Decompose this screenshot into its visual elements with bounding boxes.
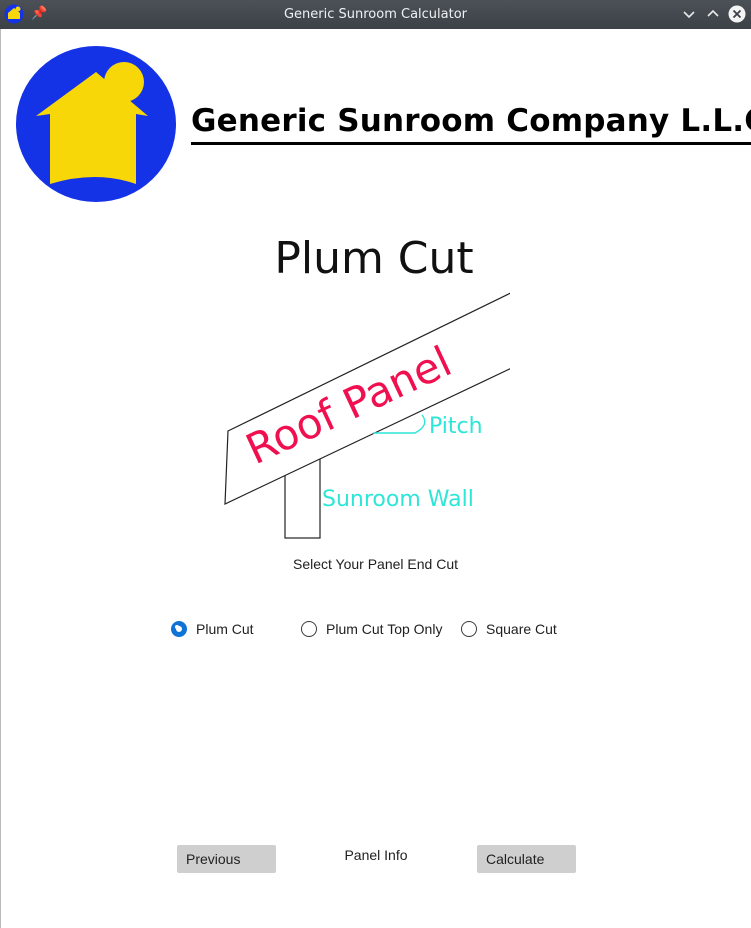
radio-indicator[interactable] — [301, 621, 317, 637]
radio-indicator-checked[interactable] — [171, 621, 187, 637]
maximize-icon[interactable] — [704, 5, 722, 23]
window-title: Generic Sunroom Calculator — [283, 7, 468, 22]
minimize-icon[interactable] — [680, 5, 698, 23]
radio-label: Plum Cut — [196, 621, 254, 637]
illustration-heading: Plum Cut — [274, 233, 473, 284]
pitch-label: Pitch — [429, 414, 483, 439]
radio-square-cut[interactable]: Square Cut — [461, 617, 557, 641]
title-bar: 📌 Generic Sunroom Calculator — [0, 0, 751, 29]
sunroom-wall-label: Sunroom Wall — [322, 487, 474, 512]
previous-button[interactable]: Previous — [177, 845, 276, 873]
radio-plum-cut[interactable]: Plum Cut — [171, 617, 254, 641]
calculate-button[interactable]: Calculate — [477, 845, 576, 873]
end-cut-prompt: Select Your Panel End Cut — [292, 556, 458, 572]
company-name: Generic Sunroom Company L.L.C. — [191, 100, 751, 145]
window-border — [0, 29, 1, 928]
house-logo — [16, 46, 176, 202]
close-icon[interactable] — [728, 5, 746, 23]
radio-label: Plum Cut Top Only — [326, 621, 443, 637]
radio-label: Square Cut — [486, 621, 557, 637]
end-cut-radio-group: Plum Cut Plum Cut Top Only Square Cut — [0, 617, 751, 641]
radio-plum-cut-top-only[interactable]: Plum Cut Top Only — [301, 617, 442, 641]
plum-cut-illustration: Plum Cut Roof Panel Pitch Sunroom Wall — [224, 233, 510, 539]
page-label: Panel Info — [344, 847, 408, 863]
radio-indicator[interactable] — [461, 621, 477, 637]
